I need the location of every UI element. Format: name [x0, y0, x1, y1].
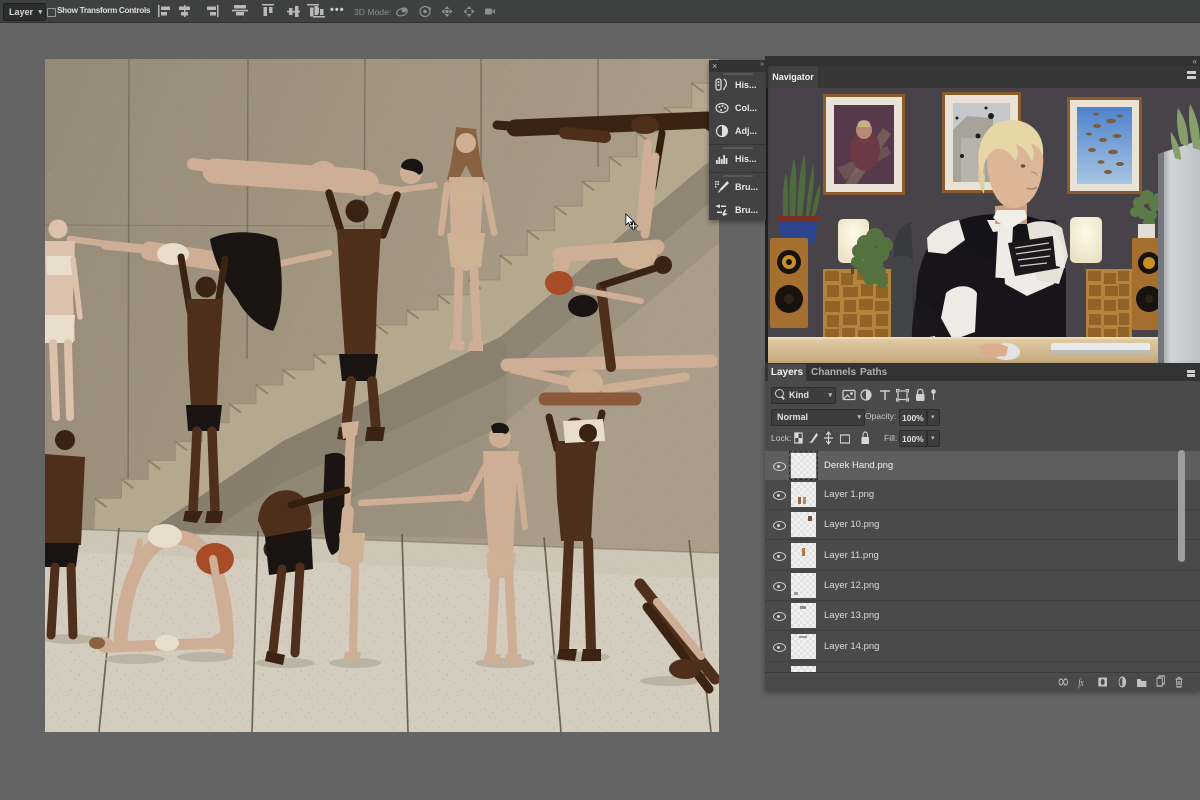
svg-text:fx: fx — [1078, 677, 1084, 689]
